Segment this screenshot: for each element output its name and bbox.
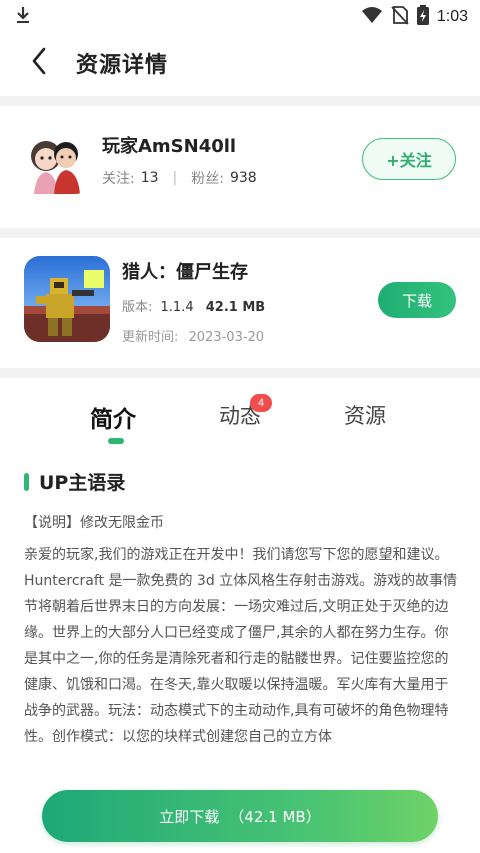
game-name[interactable]: 猎人：僵尸生存 [122, 258, 248, 284]
divider [0, 96, 480, 106]
stats-separator: | [172, 170, 178, 186]
following-label: 关注: [102, 171, 135, 187]
game-version: 版本: 1.1.4 42.1 MB [122, 296, 265, 315]
status-bar: 1:03 [0, 0, 480, 34]
section-title: UP主语录 [39, 472, 126, 494]
activity-badge: 4 [250, 394, 272, 412]
game-size: 42.1 MB [205, 300, 266, 315]
page-header: 资源详情 [0, 34, 480, 92]
fans-label: 粉丝: [191, 171, 224, 187]
update-value: 2023-03-20 [188, 330, 265, 345]
version-value: 1.1.4 [160, 300, 194, 315]
download-now-button[interactable]: 立即下载 （42.1 MB） [42, 790, 438, 842]
author-name[interactable]: 玩家AmSN40ll [102, 132, 236, 158]
download-icon [14, 5, 32, 29]
fans-count: 938 [229, 170, 257, 186]
section-accent-bar [24, 472, 29, 491]
author-stats: 关注: 13 | 粉丝: 938 [102, 168, 257, 188]
battery-icon [416, 4, 429, 30]
download-now-size: （42.1 MB） [229, 807, 321, 826]
section-header: UP主语录 [24, 468, 125, 495]
download-button[interactable]: 下载 [378, 282, 456, 318]
game-update-date: 更新时间: 2023-03-20 [122, 326, 264, 345]
game-card: 猎人：僵尸生存 版本: 1.1.4 42.1 MB 更新时间: 2023-03-… [0, 238, 480, 368]
no-sim-icon [391, 5, 409, 30]
version-label: 版本: [122, 300, 153, 315]
divider [0, 228, 480, 238]
tab-bar: 简介 动态 4 资源 [0, 384, 480, 448]
page-title: 资源详情 [76, 53, 169, 78]
update-label: 更新时间: [122, 330, 179, 345]
following-count: 13 [140, 170, 159, 186]
avatar[interactable] [22, 132, 88, 194]
clock: 1:03 [436, 8, 468, 25]
active-tab-indicator [108, 438, 124, 444]
author-card: 玩家AmSN40ll 关注: 13 | 粉丝: 938 +关注 [0, 118, 480, 228]
tab-intro[interactable]: 简介 [90, 400, 136, 434]
back-arrow-icon [31, 47, 47, 79]
wifi-icon [361, 6, 383, 29]
divider [0, 368, 480, 378]
game-description: 亲爱的玩家,我们的游戏正在开发中！我们请您写下您的愿望和建议。Huntercra… [24, 547, 458, 745]
follow-button[interactable]: +关注 [362, 138, 456, 180]
tab-resources[interactable]: 资源 [344, 400, 386, 430]
back-button[interactable] [24, 43, 54, 83]
game-icon[interactable] [24, 256, 110, 342]
download-now-label: 立即下载 [159, 807, 220, 826]
mod-note: 【说明】修改无限金币 [24, 515, 164, 531]
